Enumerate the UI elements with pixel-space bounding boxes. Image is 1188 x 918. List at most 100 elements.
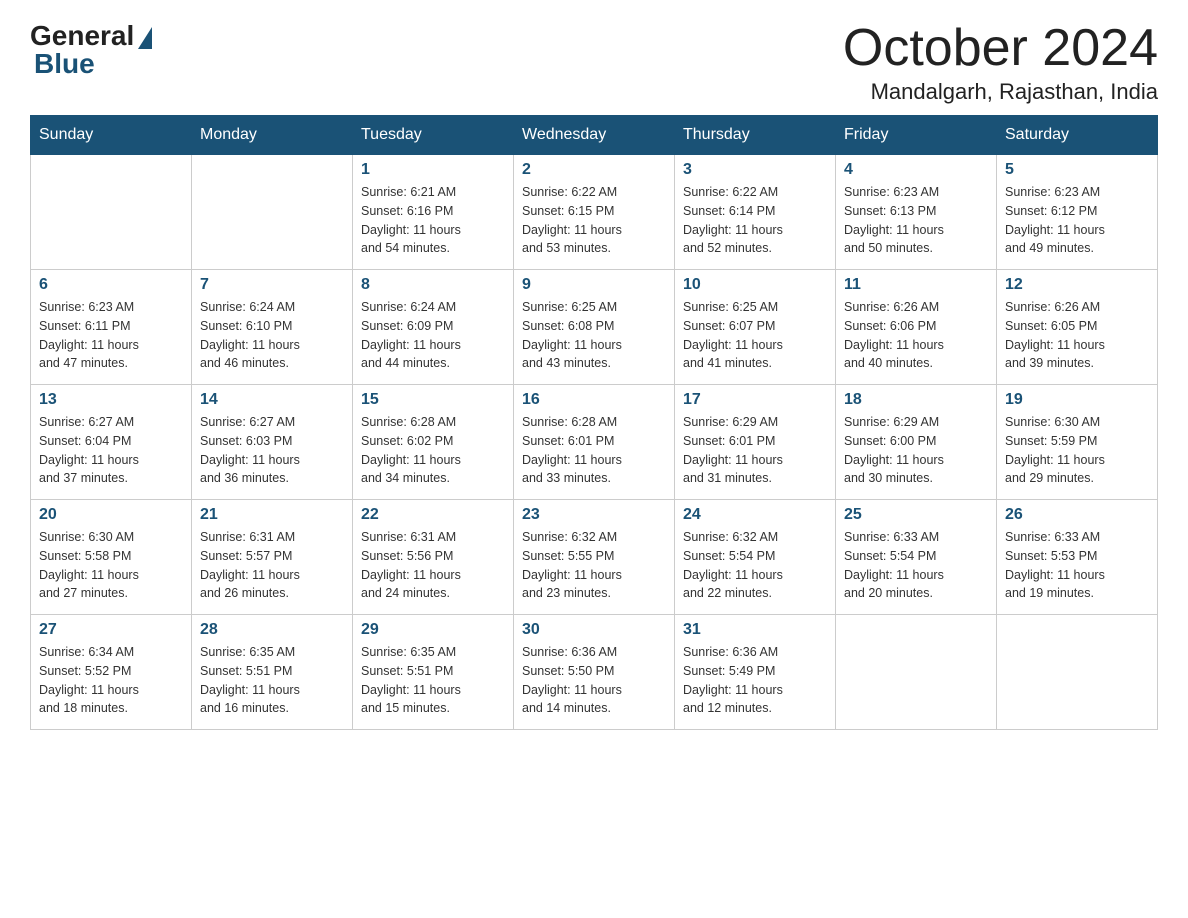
day-number: 31 — [683, 621, 827, 639]
day-info: Sunrise: 6:32 AM Sunset: 5:55 PM Dayligh… — [522, 528, 666, 603]
day-info: Sunrise: 6:35 AM Sunset: 5:51 PM Dayligh… — [200, 643, 344, 718]
day-info: Sunrise: 6:28 AM Sunset: 6:01 PM Dayligh… — [522, 413, 666, 488]
day-number: 3 — [683, 161, 827, 179]
day-info: Sunrise: 6:28 AM Sunset: 6:02 PM Dayligh… — [361, 413, 505, 488]
calendar-cell: 27 Sunrise: 6:34 AM Sunset: 5:52 PM Dayli… — [31, 615, 192, 730]
calendar-cell: 5Sunrise: 6:23 AM Sunset: 6:12 PM Daylig… — [997, 155, 1158, 270]
calendar-cell — [31, 155, 192, 270]
day-number: 28 — [200, 621, 344, 639]
day-info: Sunrise: 6:33 AM Sunset: 5:53 PM Dayligh… — [1005, 528, 1149, 603]
day-info: Sunrise: 6:23 AM Sunset: 6:11 PM Dayligh… — [39, 298, 183, 373]
day-number: 29 — [361, 621, 505, 639]
day-number: 13 — [39, 391, 183, 409]
month-title: October 2024 — [843, 20, 1158, 77]
weekday-header-monday: Monday — [192, 116, 353, 155]
day-number: 24 — [683, 506, 827, 524]
day-info: Sunrise: 6:25 AM Sunset: 6:08 PM Dayligh… — [522, 298, 666, 373]
day-number: 19 — [1005, 391, 1149, 409]
logo-blue-text: Blue — [34, 48, 95, 80]
day-number: 26 — [1005, 506, 1149, 524]
calendar-cell: 30Sunrise: 6:36 AM Sunset: 5:50 PM Dayli… — [514, 615, 675, 730]
day-number: 16 — [522, 391, 666, 409]
day-number: 14 — [200, 391, 344, 409]
calendar-cell: 12 Sunrise: 6:26 AM Sunset: 6:05 PM Dayli… — [997, 270, 1158, 385]
calendar-cell — [192, 155, 353, 270]
calendar-week-row: 6Sunrise: 6:23 AM Sunset: 6:11 PM Daylig… — [31, 270, 1158, 385]
day-number: 23 — [522, 506, 666, 524]
calendar-week-row: 20 Sunrise: 6:30 AM Sunset: 5:58 PM Dayli… — [31, 500, 1158, 615]
calendar-cell: 2 Sunrise: 6:22 AM Sunset: 6:15 PM Daylig… — [514, 155, 675, 270]
calendar-week-row: 13 Sunrise: 6:27 AM Sunset: 6:04 PM Dayli… — [31, 385, 1158, 500]
day-info: Sunrise: 6:35 AM Sunset: 5:51 PM Dayligh… — [361, 643, 505, 718]
day-number: 1 — [361, 161, 505, 179]
calendar-week-row: 27 Sunrise: 6:34 AM Sunset: 5:52 PM Dayli… — [31, 615, 1158, 730]
day-info: Sunrise: 6:23 AM Sunset: 6:13 PM Dayligh… — [844, 183, 988, 258]
day-info: Sunrise: 6:23 AM Sunset: 6:12 PM Dayligh… — [1005, 183, 1149, 258]
day-number: 30 — [522, 621, 666, 639]
calendar-cell: 19 Sunrise: 6:30 AM Sunset: 5:59 PM Dayli… — [997, 385, 1158, 500]
calendar-cell: 7Sunrise: 6:24 AM Sunset: 6:10 PM Daylig… — [192, 270, 353, 385]
day-info: Sunrise: 6:30 AM Sunset: 5:58 PM Dayligh… — [39, 528, 183, 603]
weekday-header-saturday: Saturday — [997, 116, 1158, 155]
day-info: Sunrise: 6:31 AM Sunset: 5:56 PM Dayligh… — [361, 528, 505, 603]
day-info: Sunrise: 6:24 AM Sunset: 6:09 PM Dayligh… — [361, 298, 505, 373]
calendar-cell: 11 Sunrise: 6:26 AM Sunset: 6:06 PM Dayli… — [836, 270, 997, 385]
weekday-header-tuesday: Tuesday — [353, 116, 514, 155]
day-number: 27 — [39, 621, 183, 639]
day-info: Sunrise: 6:32 AM Sunset: 5:54 PM Dayligh… — [683, 528, 827, 603]
calendar-cell: 25Sunrise: 6:33 AM Sunset: 5:54 PM Dayli… — [836, 500, 997, 615]
calendar-table: SundayMondayTuesdayWednesdayThursdayFrid… — [30, 115, 1158, 730]
calendar-cell: 6Sunrise: 6:23 AM Sunset: 6:11 PM Daylig… — [31, 270, 192, 385]
calendar-cell: 17 Sunrise: 6:29 AM Sunset: 6:01 PM Dayli… — [675, 385, 836, 500]
calendar-cell: 18 Sunrise: 6:29 AM Sunset: 6:00 PM Dayli… — [836, 385, 997, 500]
day-info: Sunrise: 6:31 AM Sunset: 5:57 PM Dayligh… — [200, 528, 344, 603]
day-info: Sunrise: 6:25 AM Sunset: 6:07 PM Dayligh… — [683, 298, 827, 373]
day-number: 17 — [683, 391, 827, 409]
day-info: Sunrise: 6:27 AM Sunset: 6:03 PM Dayligh… — [200, 413, 344, 488]
weekday-header-friday: Friday — [836, 116, 997, 155]
day-info: Sunrise: 6:27 AM Sunset: 6:04 PM Dayligh… — [39, 413, 183, 488]
calendar-cell: 4 Sunrise: 6:23 AM Sunset: 6:13 PM Daylig… — [836, 155, 997, 270]
day-number: 10 — [683, 276, 827, 294]
day-number: 18 — [844, 391, 988, 409]
day-info: Sunrise: 6:26 AM Sunset: 6:05 PM Dayligh… — [1005, 298, 1149, 373]
weekday-header-sunday: Sunday — [31, 116, 192, 155]
calendar-cell: 24 Sunrise: 6:32 AM Sunset: 5:54 PM Dayli… — [675, 500, 836, 615]
day-info: Sunrise: 6:22 AM Sunset: 6:14 PM Dayligh… — [683, 183, 827, 258]
logo: General Blue — [30, 20, 152, 80]
calendar-cell: 3 Sunrise: 6:22 AM Sunset: 6:14 PM Daylig… — [675, 155, 836, 270]
day-number: 12 — [1005, 276, 1149, 294]
day-number: 2 — [522, 161, 666, 179]
day-info: Sunrise: 6:26 AM Sunset: 6:06 PM Dayligh… — [844, 298, 988, 373]
calendar-cell: 20 Sunrise: 6:30 AM Sunset: 5:58 PM Dayli… — [31, 500, 192, 615]
day-number: 11 — [844, 276, 988, 294]
calendar-cell: 28 Sunrise: 6:35 AM Sunset: 5:51 PM Dayli… — [192, 615, 353, 730]
calendar-cell: 9Sunrise: 6:25 AM Sunset: 6:08 PM Daylig… — [514, 270, 675, 385]
calendar-cell: 16 Sunrise: 6:28 AM Sunset: 6:01 PM Dayli… — [514, 385, 675, 500]
title-area: October 2024 Mandalgarh, Rajasthan, Indi… — [843, 20, 1158, 105]
calendar-cell: 15 Sunrise: 6:28 AM Sunset: 6:02 PM Dayli… — [353, 385, 514, 500]
calendar-cell: 26 Sunrise: 6:33 AM Sunset: 5:53 PM Dayli… — [997, 500, 1158, 615]
day-info: Sunrise: 6:21 AM Sunset: 6:16 PM Dayligh… — [361, 183, 505, 258]
page-header: General Blue October 2024 Mandalgarh, Ra… — [30, 20, 1158, 105]
calendar-cell: 29 Sunrise: 6:35 AM Sunset: 5:51 PM Dayli… — [353, 615, 514, 730]
calendar-cell: 10 Sunrise: 6:25 AM Sunset: 6:07 PM Dayli… — [675, 270, 836, 385]
day-info: Sunrise: 6:34 AM Sunset: 5:52 PM Dayligh… — [39, 643, 183, 718]
calendar-cell — [836, 615, 997, 730]
day-number: 4 — [844, 161, 988, 179]
day-number: 15 — [361, 391, 505, 409]
calendar-cell: 14 Sunrise: 6:27 AM Sunset: 6:03 PM Dayli… — [192, 385, 353, 500]
weekday-header-row: SundayMondayTuesdayWednesdayThursdayFrid… — [31, 116, 1158, 155]
day-number: 25 — [844, 506, 988, 524]
day-number: 20 — [39, 506, 183, 524]
day-info: Sunrise: 6:30 AM Sunset: 5:59 PM Dayligh… — [1005, 413, 1149, 488]
weekday-header-wednesday: Wednesday — [514, 116, 675, 155]
day-number: 21 — [200, 506, 344, 524]
day-number: 22 — [361, 506, 505, 524]
calendar-cell: 31Sunrise: 6:36 AM Sunset: 5:49 PM Dayli… — [675, 615, 836, 730]
day-info: Sunrise: 6:29 AM Sunset: 6:00 PM Dayligh… — [844, 413, 988, 488]
day-info: Sunrise: 6:29 AM Sunset: 6:01 PM Dayligh… — [683, 413, 827, 488]
weekday-header-thursday: Thursday — [675, 116, 836, 155]
day-info: Sunrise: 6:22 AM Sunset: 6:15 PM Dayligh… — [522, 183, 666, 258]
calendar-cell — [997, 615, 1158, 730]
